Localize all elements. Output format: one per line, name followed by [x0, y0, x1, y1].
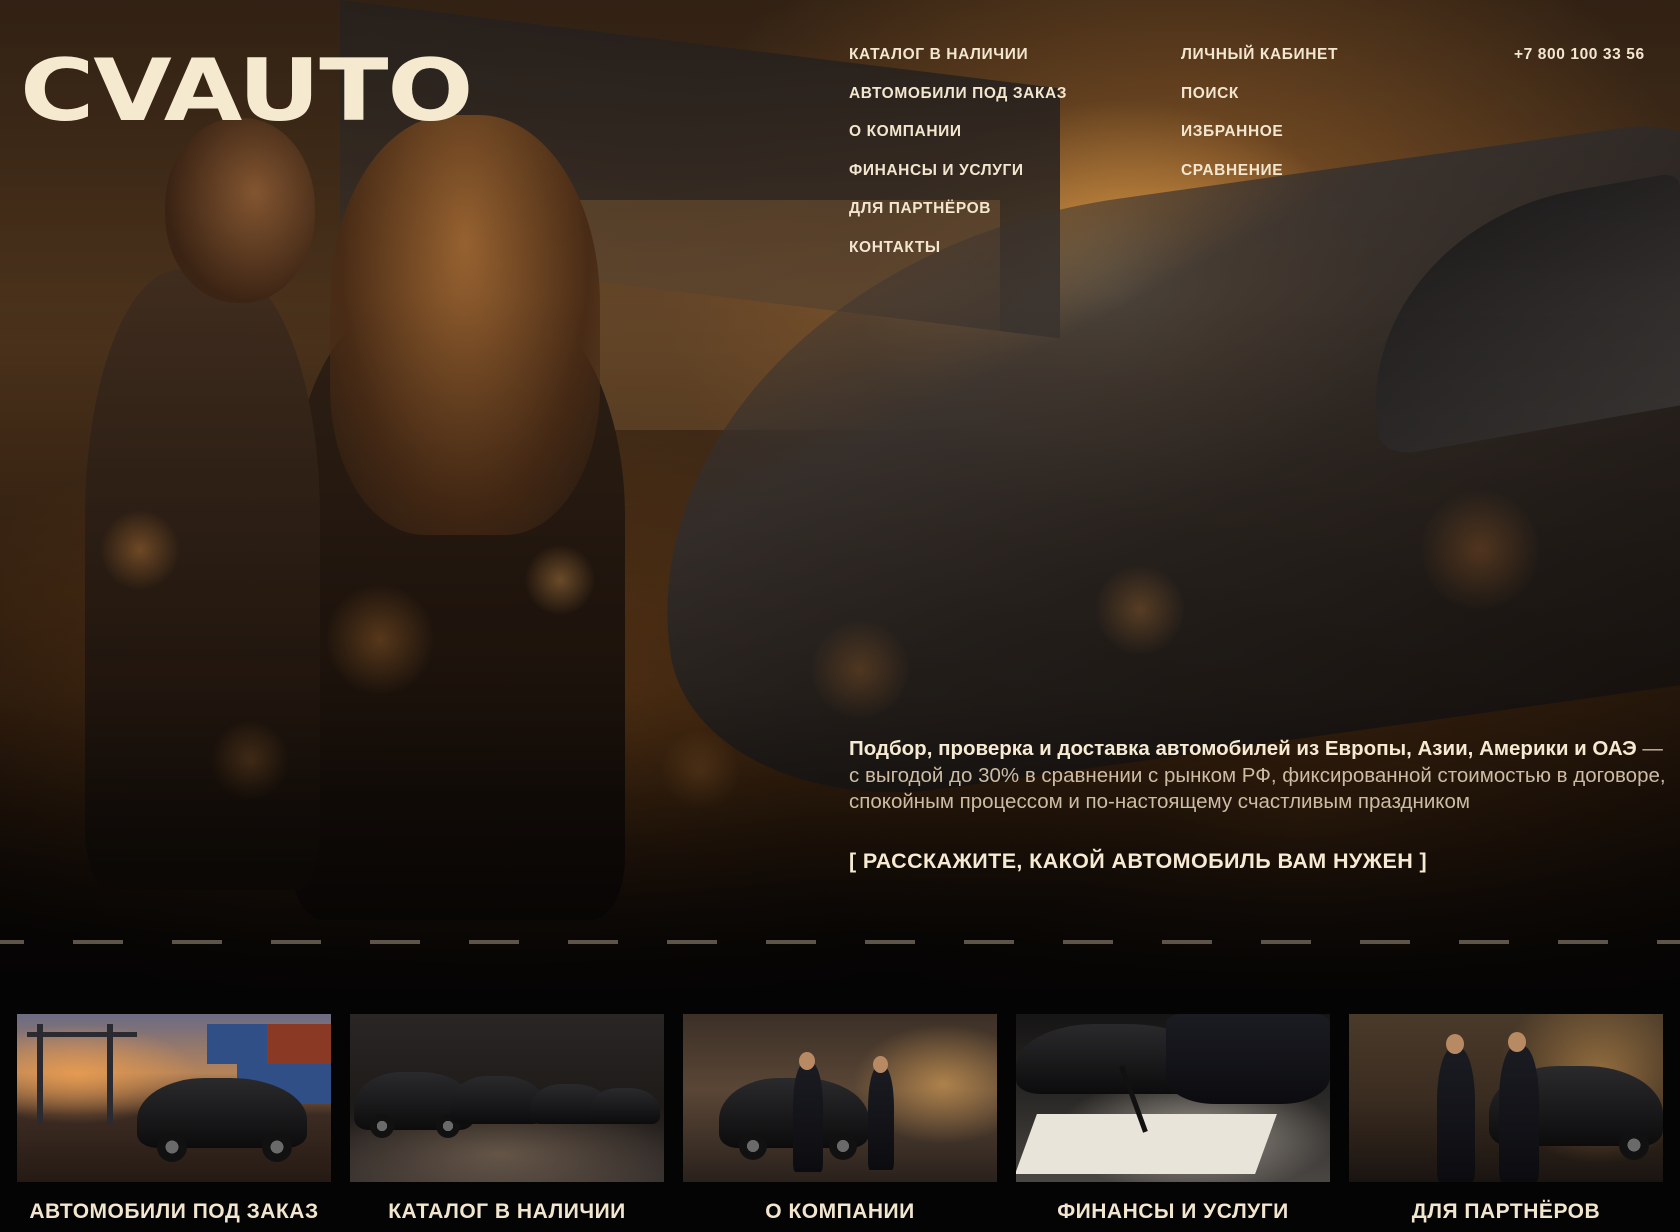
card-order[interactable]: АВТОМОБИЛИ ПОД ЗАКАЗ [17, 1014, 331, 1224]
intro-headline: Подбор, проверка и доставка автомобилей … [849, 737, 1637, 760]
card-catalog[interactable]: КАТАЛОГ В НАЛИЧИИ [350, 1014, 664, 1224]
user-nav: ЛИЧНЫЙ КАБИНЕТ ПОИСК ИЗБРАННОЕ СРАВНЕНИЕ [1181, 46, 1338, 200]
section-cards: АВТОМОБИЛИ ПОД ЗАКАЗ КАТАЛОГ В НАЛИЧИИ О… [17, 1014, 1663, 1232]
nav-item-account[interactable]: ЛИЧНЫЙ КАБИНЕТ [1181, 46, 1338, 85]
nav-item-favorites[interactable]: ИЗБРАННОЕ [1181, 123, 1338, 162]
card-about[interactable]: О КОМПАНИИ [683, 1014, 997, 1224]
logo[interactable]: CVAUTO [20, 48, 474, 134]
request-car-button[interactable]: [ РАССКАЖИТЕ, КАКОЙ АВТОМОБИЛЬ ВАМ НУЖЕН… [849, 849, 1427, 874]
card-partners[interactable]: ДЛЯ ПАРТНЁРОВ [1349, 1014, 1663, 1224]
card-image-contract [1016, 1014, 1330, 1182]
card-image-cargo-port [17, 1014, 331, 1182]
phone-link[interactable]: +7 800 100 33 56 [1514, 46, 1645, 64]
nav-item-about[interactable]: О КОМПАНИИ [849, 123, 1067, 162]
nav-item-finance[interactable]: ФИНАНСЫ И УСЛУГИ [849, 162, 1067, 201]
nav-item-compare[interactable]: СРАВНЕНИЕ [1181, 162, 1338, 201]
card-label-partners: ДЛЯ ПАРТНЁРОВ [1411, 1200, 1601, 1223]
card-label-order: АВТОМОБИЛИ ПОД ЗАКАЗ [29, 1200, 319, 1223]
main-nav: КАТАЛОГ В НАЛИЧИИ АВТОМОБИЛИ ПОД ЗАКАЗ О… [849, 46, 1067, 277]
intro-text: Подбор, проверка и доставка автомобилей … [849, 736, 1669, 816]
card-label-about: О КОМПАНИИ [765, 1200, 915, 1223]
nav-item-search[interactable]: ПОИСК [1181, 85, 1338, 124]
nav-item-order[interactable]: АВТОМОБИЛИ ПОД ЗАКАЗ [849, 85, 1067, 124]
hero-shade [0, 0, 1680, 990]
card-image-showroom [683, 1014, 997, 1182]
card-label-catalog: КАТАЛОГ В НАЛИЧИИ [388, 1200, 626, 1223]
hero-background [0, 0, 1680, 990]
card-label-finance: ФИНАНСЫ И УСЛУГИ [1057, 1200, 1289, 1223]
divider-dashed [0, 940, 1680, 945]
card-finance[interactable]: ФИНАНСЫ И УСЛУГИ [1016, 1014, 1330, 1224]
card-image-garage [350, 1014, 664, 1182]
nav-item-catalog[interactable]: КАТАЛОГ В НАЛИЧИИ [849, 46, 1067, 85]
nav-item-partners[interactable]: ДЛЯ ПАРТНЁРОВ [849, 200, 1067, 239]
card-image-handshake [1349, 1014, 1663, 1182]
nav-item-contacts[interactable]: КОНТАКТЫ [849, 239, 1067, 278]
